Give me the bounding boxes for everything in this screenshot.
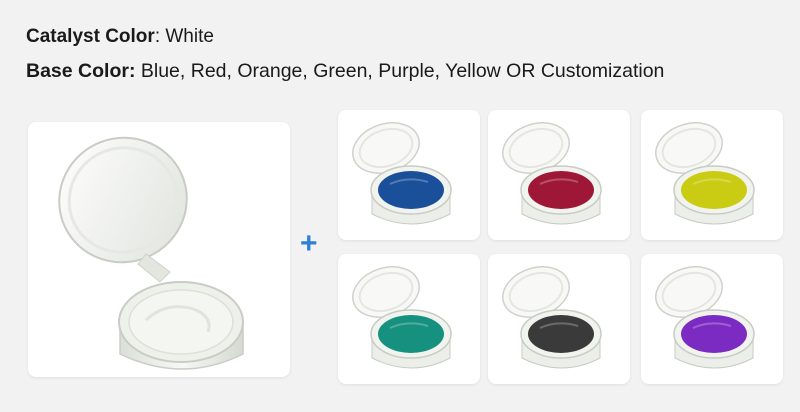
plus-sign: +	[300, 227, 318, 260]
base-jar-image	[352, 266, 452, 369]
base-jar-image	[352, 122, 452, 225]
catalyst-jar-card	[28, 122, 290, 377]
catalyst-color-value: : White	[154, 26, 214, 47]
base-jar-image	[502, 122, 602, 225]
base-jar-card-purple	[641, 254, 783, 384]
base-color-value: Blue, Red, Orange, Green, Purple, Yellow…	[135, 60, 665, 82]
catalyst-jar-image	[58, 136, 244, 370]
base-jar-card-red	[488, 110, 630, 240]
base-paste-swatch	[378, 171, 444, 209]
base-color-label: Base Color:	[26, 60, 136, 82]
base-paste-swatch	[681, 315, 747, 353]
base-jar-card-gray	[488, 254, 630, 384]
catalyst-color-line: Catalyst Color: White	[26, 26, 214, 48]
base-paste-swatch	[378, 315, 444, 353]
catalyst-paste-swatch	[128, 289, 234, 355]
base-paste-swatch	[528, 171, 594, 209]
base-paste-swatch	[528, 315, 594, 353]
base-jar-image	[502, 266, 602, 369]
base-jar-image	[655, 266, 755, 369]
catalyst-color-label: Catalyst Color	[26, 26, 155, 47]
base-jar-card-yellow	[641, 110, 783, 240]
base-jar-card-green	[338, 254, 480, 384]
base-color-line: Base Color: Blue, Red, Orange, Green, Pu…	[26, 60, 664, 83]
base-jar-image	[655, 122, 755, 225]
base-jar-card-blue	[338, 110, 480, 240]
base-paste-swatch	[681, 171, 747, 209]
